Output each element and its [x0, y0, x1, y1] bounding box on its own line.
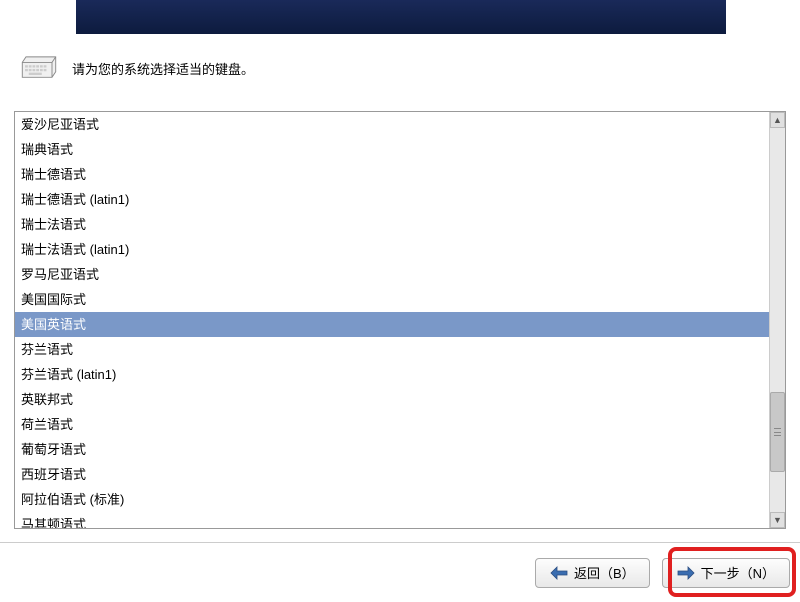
list-item[interactable]: 瑞士德语式 — [15, 162, 769, 187]
list-item[interactable]: 英联邦式 — [15, 387, 769, 412]
back-button[interactable]: 返回（B） — [535, 558, 650, 588]
next-button[interactable]: 下一步（N） — [662, 558, 790, 588]
list-item[interactable]: 荷兰语式 — [15, 412, 769, 437]
arrow-left-icon — [550, 566, 568, 580]
instruction-row: 请为您的系统选择适当的键盘。 — [20, 55, 254, 81]
scroll-down-button[interactable]: ▼ — [770, 512, 785, 528]
list-item[interactable]: 美国国际式 — [15, 287, 769, 312]
back-button-label: 返回（B） — [574, 563, 635, 582]
arrow-right-icon — [677, 566, 695, 580]
list-item[interactable]: 西班牙语式 — [15, 462, 769, 487]
next-button-label: 下一步（N） — [701, 563, 775, 582]
list-item[interactable]: 阿拉伯语式 (标准) — [15, 487, 769, 512]
list-item[interactable]: 瑞士法语式 (latin1) — [15, 237, 769, 262]
list-item[interactable]: 芬兰语式 — [15, 337, 769, 362]
list-item[interactable]: 瑞士法语式 — [15, 212, 769, 237]
instruction-text: 请为您的系统选择适当的键盘。 — [72, 59, 254, 78]
header-banner — [76, 0, 726, 34]
list-item[interactable]: 瑞典语式 — [15, 137, 769, 162]
scroll-up-button[interactable]: ▲ — [770, 112, 785, 128]
list-item[interactable]: 马其顿语式 — [15, 512, 769, 528]
list-item[interactable]: 美国英语式 — [15, 312, 769, 337]
list-item[interactable]: 罗马尼亚语式 — [15, 262, 769, 287]
list-item[interactable]: 瑞士德语式 (latin1) — [15, 187, 769, 212]
list-item[interactable]: 芬兰语式 (latin1) — [15, 362, 769, 387]
scroll-thumb[interactable] — [770, 392, 785, 472]
keyboard-layout-list: 爱沙尼亚语式瑞典语式瑞士德语式瑞士德语式 (latin1)瑞士法语式瑞士法语式 … — [14, 111, 786, 529]
list-item[interactable]: 葡萄牙语式 — [15, 437, 769, 462]
navigation-bar: 返回（B） 下一步（N） — [0, 542, 800, 602]
scrollbar[interactable]: ▲ ▼ — [769, 112, 785, 528]
list-items-container: 爱沙尼亚语式瑞典语式瑞士德语式瑞士德语式 (latin1)瑞士法语式瑞士法语式 … — [15, 112, 769, 528]
keyboard-icon — [20, 55, 58, 81]
list-item[interactable]: 爱沙尼亚语式 — [15, 112, 769, 137]
